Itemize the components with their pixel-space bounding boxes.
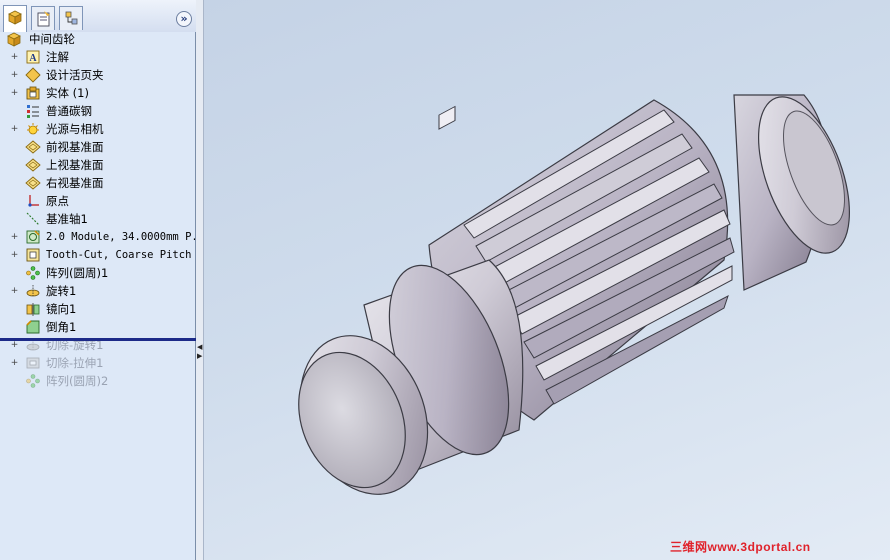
gear-feature-icon: [25, 229, 41, 245]
configurationmanager-tab[interactable]: [59, 6, 83, 30]
plane-icon: [25, 157, 41, 173]
part-icon: [6, 31, 22, 47]
tree-item[interactable]: + A 注解: [0, 48, 195, 66]
expand-plus-icon[interactable]: +: [10, 89, 19, 98]
plane-icon: [25, 175, 41, 191]
tree-item-label: 镜向1: [46, 302, 77, 316]
axis-icon: [25, 211, 41, 227]
tree-root-label: 中间齿轮: [29, 32, 75, 46]
expand-plus-icon[interactable]: +: [10, 233, 19, 242]
solid-bodies-icon: [25, 85, 41, 101]
tree-item[interactable]: + 设计活页夹: [0, 66, 195, 84]
feature-tree: 中间齿轮 + A 注解 + 设计活页夹 + 实体 (1) 普通碳钢 + 光源与相机前视基准面上视基准…: [0, 30, 195, 390]
tree-item[interactable]: +2.0 Module, 34.0000mm P.D: [0, 228, 195, 246]
tree-item-label: 阵列(圆周)1: [46, 266, 109, 280]
tree-item-label: 右视基准面: [46, 176, 104, 190]
panel-splitter[interactable]: ◀ ▶: [196, 0, 204, 560]
splitter-grip-icon[interactable]: ◀ ▶: [197, 343, 202, 369]
tree-item-label: 光源与相机: [46, 122, 104, 136]
featuremanager-icon: [8, 10, 22, 25]
tree-item[interactable]: 原点: [0, 192, 195, 210]
cut-extrude-icon: [25, 355, 41, 371]
featuremanager-tab[interactable]: [3, 5, 27, 32]
tree-item[interactable]: 普通碳钢: [0, 102, 195, 120]
tree-item-label: 阵列(圆周)2: [46, 374, 109, 388]
collapse-panel-button[interactable]: »: [176, 11, 192, 27]
tree-root-part[interactable]: 中间齿轮: [0, 30, 195, 48]
chamfer-icon: [25, 319, 41, 335]
tree-item[interactable]: 镜向1: [0, 300, 195, 318]
circular-pattern-icon: [25, 373, 41, 389]
tree-item[interactable]: + 光源与相机: [0, 120, 195, 138]
tooth-cut-icon: [25, 247, 41, 263]
tree-item-label: 前视基准面: [46, 140, 104, 154]
tree-item-label: 旋转1: [46, 284, 77, 298]
expand-plus-icon[interactable]: +: [10, 287, 19, 296]
annotations-icon: A: [25, 49, 41, 65]
tree-item[interactable]: 基准轴1: [0, 210, 195, 228]
expand-plus-icon[interactable]: +: [10, 359, 19, 368]
tree-item-label: 切除-拉伸1: [46, 356, 104, 370]
expand-plus-icon[interactable]: +: [10, 251, 19, 260]
configurationmanager-icon: [65, 11, 78, 25]
tree-item[interactable]: 阵列(圆周)1: [0, 264, 195, 282]
expand-plus-icon[interactable]: +: [10, 53, 19, 62]
tree-item[interactable]: + 实体 (1): [0, 84, 195, 102]
expand-plus-icon[interactable]: +: [10, 341, 19, 350]
plane-icon: [25, 139, 41, 155]
tree-item[interactable]: 前视基准面: [0, 138, 195, 156]
gear-shaft-model[interactable]: [204, 0, 890, 560]
feature-manager-panel: » 中间齿轮 + A 注解 + 设计活页夹 + 实体 (1) 普通碳钢 + 光源与相机前视基准面上视…: [0, 0, 196, 560]
tree-item[interactable]: 阵列(圆周)2: [0, 372, 195, 390]
tree-item[interactable]: + 切除-拉伸1: [0, 354, 195, 372]
expand-plus-icon[interactable]: +: [10, 71, 19, 80]
tree-item-label: Tooth-Cut, Coarse Pitch I: [46, 249, 195, 261]
circular-pattern-icon: [25, 265, 41, 281]
material-icon: [25, 103, 41, 119]
tree-item-label: 实体 (1): [46, 86, 89, 100]
revolve-icon: [25, 283, 41, 299]
panel-tab-strip: »: [0, 0, 196, 32]
tree-item[interactable]: + Tooth-Cut, Coarse Pitch I: [0, 246, 195, 264]
mirror-icon: [25, 301, 41, 317]
tree-item-label: 上视基准面: [46, 158, 104, 172]
tree-item[interactable]: + 旋转1: [0, 282, 195, 300]
graphics-viewport[interactable]: [204, 0, 890, 560]
design-binder-icon: [25, 67, 41, 83]
watermark-text: 三维网www.3dportal.cn: [670, 540, 811, 554]
propertymanager-icon: [37, 11, 50, 27]
rollback-bar[interactable]: [0, 338, 196, 341]
tree-item-label: 基准轴1: [46, 212, 88, 226]
tree-item-label: 2.0 Module, 34.0000mm P.D: [46, 231, 195, 243]
tree-item-label: 注解: [46, 50, 69, 64]
expand-plus-icon[interactable]: +: [10, 125, 19, 134]
propertymanager-tab[interactable]: [31, 6, 55, 30]
right-journal: [733, 94, 851, 291]
left-journal: [298, 259, 524, 495]
tree-item[interactable]: 上视基准面: [0, 156, 195, 174]
svg-text:A: A: [29, 53, 37, 64]
lights-cameras-icon: [25, 121, 41, 137]
tree-item[interactable]: 倒角1: [0, 318, 195, 336]
tree-item[interactable]: 右视基准面: [0, 174, 195, 192]
tree-item-label: 原点: [46, 194, 69, 208]
origin-icon: [25, 193, 41, 209]
tree-item-label: 设计活页夹: [46, 68, 104, 82]
tree-item-label: 普通碳钢: [46, 104, 92, 118]
tree-item-label: 倒角1: [46, 320, 77, 334]
